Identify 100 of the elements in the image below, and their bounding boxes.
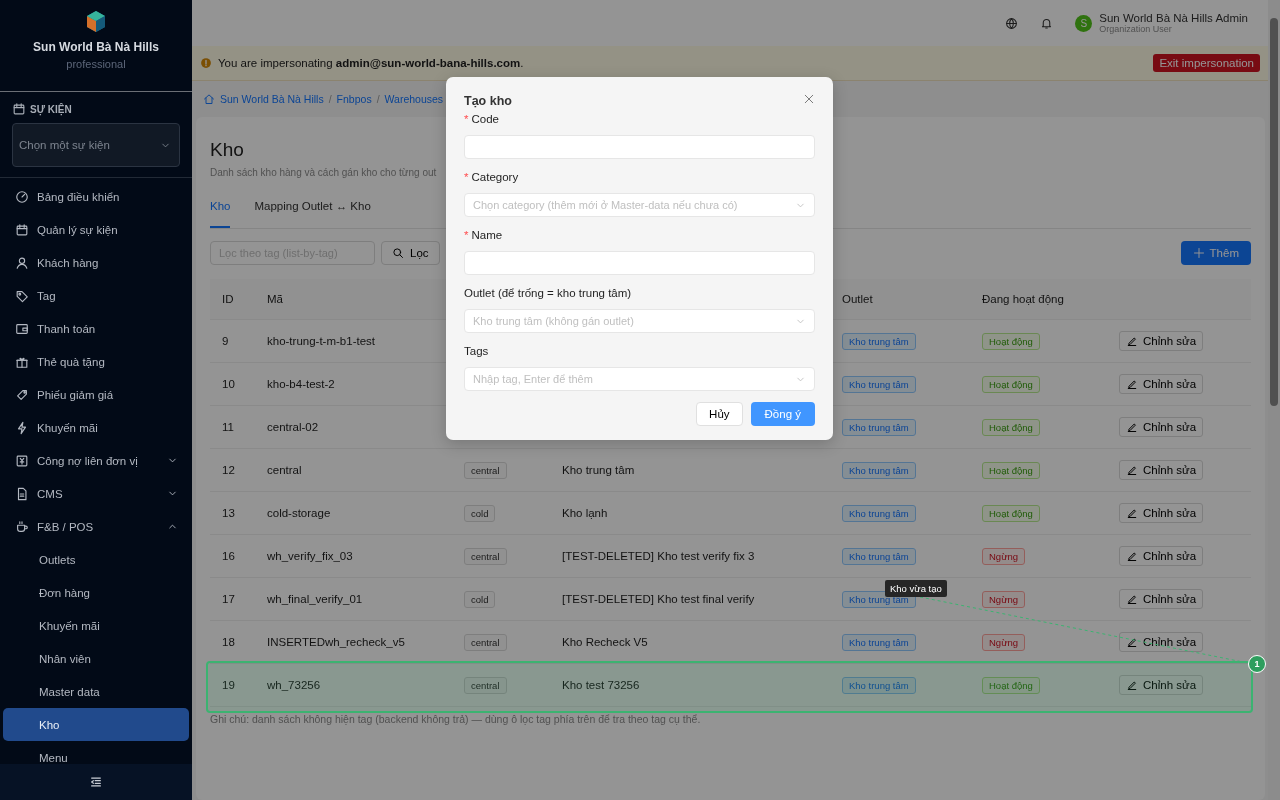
sidebar-subitem[interactable]: Master data xyxy=(3,675,189,708)
category-tag: cold xyxy=(464,504,496,522)
id-cell: 19 xyxy=(222,679,235,691)
edit-button[interactable]: Chỉnh sửa xyxy=(1119,675,1204,695)
code-cell: wh_final_verify_01 xyxy=(267,593,363,605)
tab[interactable]: Mapping Outlet ↔ Kho xyxy=(254,200,371,228)
name-cell: Kho lạnh xyxy=(562,507,608,519)
invoice-icon xyxy=(15,453,29,468)
scrollbar-thumb[interactable] xyxy=(1270,18,1278,406)
sidebar-subitem[interactable]: Khuyến mãi xyxy=(3,609,189,642)
logo-icon xyxy=(85,10,107,34)
category-tag: central xyxy=(464,633,507,651)
user-name: Sun World Bà Nà Hills Admin xyxy=(1099,11,1248,24)
name-cell: [TEST-DELETED] Kho test verify fix 3 xyxy=(562,550,755,562)
gauge-icon xyxy=(15,189,29,204)
sidebar-item[interactable]: Tag xyxy=(0,279,192,312)
edit-icon xyxy=(1126,421,1138,433)
dialog-title: Tạo kho xyxy=(464,93,512,108)
outlet-tag: Kho trung tâm xyxy=(842,547,916,565)
event-select[interactable]: Chọn một sự kiện xyxy=(12,123,180,167)
code-cell: central xyxy=(267,464,302,476)
edit-button[interactable]: Chỉnh sửa xyxy=(1119,503,1204,523)
edit-icon xyxy=(1126,378,1138,390)
status-tag: Hoạt động xyxy=(982,676,1040,694)
sidebar-subitem[interactable]: Menu xyxy=(3,741,189,764)
cancel-button[interactable]: Hủy xyxy=(696,402,743,426)
edit-button[interactable]: Chỉnh sửa xyxy=(1119,331,1204,351)
exit-impersonation-button[interactable]: Exit impersonation xyxy=(1153,54,1260,72)
sidebar-subitem[interactable]: Nhân viên xyxy=(3,642,189,675)
outlet-tag: Kho trung tâm xyxy=(842,504,916,522)
outlet-tag: Kho trung tâm xyxy=(842,418,916,436)
edit-icon xyxy=(1126,464,1138,476)
page-subtitle: Danh sách kho hàng và cách gán kho cho từng out xyxy=(210,167,437,178)
status-tag: Hoạt động xyxy=(982,504,1040,522)
sidebar-item[interactable]: F&B / POS xyxy=(0,510,192,543)
sidebar-subitem[interactable]: Đơn hàng xyxy=(3,576,189,609)
sidebar-item[interactable]: Phiếu giảm giá xyxy=(0,378,192,411)
sidebar-item[interactable]: Công nợ liên đơn vị xyxy=(0,444,192,477)
edit-button[interactable]: Chỉnh sửa xyxy=(1119,460,1204,480)
name-cell: [TEST-DELETED] Kho test final verify xyxy=(562,593,755,605)
required-mark: * xyxy=(464,229,469,241)
sidebar-item[interactable]: Khuyến mãi xyxy=(0,411,192,444)
id-cell: 17 xyxy=(222,593,235,605)
edit-button[interactable]: Chỉnh sửa xyxy=(1119,374,1204,394)
name-cell: Kho trung tâm xyxy=(562,464,635,476)
document-icon xyxy=(15,486,29,501)
required-mark: * xyxy=(464,113,469,125)
category-tag: cold xyxy=(464,590,496,608)
bolt-icon xyxy=(15,420,29,435)
bell-icon xyxy=(1040,16,1054,30)
id-cell: 12 xyxy=(222,464,235,476)
edit-icon xyxy=(1126,593,1138,605)
required-mark: * xyxy=(464,171,469,183)
status-tag: Ngừng xyxy=(982,590,1026,608)
impersonation-message: You are impersonating admin@sun-world-bana-hills.com. xyxy=(218,57,525,69)
plus-icon xyxy=(1192,247,1205,259)
calendar-icon xyxy=(12,102,26,116)
id-cell: 10 xyxy=(222,378,235,390)
sidebar-item[interactable]: Quản lý sự kiện xyxy=(0,213,192,246)
sidebar-subitem[interactable]: Outlets xyxy=(3,543,189,576)
edit-button[interactable]: Chỉnh sửa xyxy=(1119,632,1204,652)
sidebar-item[interactable]: Khách hàng xyxy=(0,246,192,279)
id-cell: 13 xyxy=(222,507,235,519)
collapse-menu-icon xyxy=(89,775,103,789)
plan-label: professional xyxy=(66,58,126,70)
edit-button[interactable]: Chỉnh sửa xyxy=(1119,417,1204,437)
id-cell: 11 xyxy=(222,421,234,433)
code-cell: wh_verify_fix_03 xyxy=(267,550,353,562)
code-cell: wh_73256 xyxy=(267,679,321,691)
globe-icon xyxy=(1005,16,1019,30)
sidebar-item[interactable]: Thẻ quà tặng xyxy=(0,345,192,378)
status-tag: Hoạt động xyxy=(982,375,1040,393)
code-cell: central-02 xyxy=(267,421,319,433)
ticket-icon xyxy=(15,387,29,402)
calendar-icon xyxy=(15,222,29,237)
name-cell: Kho test 73256 xyxy=(562,679,640,691)
id-cell: 18 xyxy=(222,636,235,648)
search-icon xyxy=(392,247,404,259)
category-tag: central xyxy=(464,461,507,479)
warning-icon xyxy=(200,57,212,69)
annotation-label: Kho vừa tạo xyxy=(885,580,947,597)
input-field[interactable] xyxy=(464,251,815,275)
table-note: Ghi chú: danh sách không hiện tag (backend không trả) — dùng ô lọc tag phía trên để tra theo tag cụ thể. xyxy=(210,713,702,725)
filter-button[interactable]: Lọc xyxy=(381,241,440,265)
outlet-tag: Kho trung tâm xyxy=(842,461,916,479)
input-field[interactable] xyxy=(464,135,815,159)
edit-button[interactable]: Chỉnh sửa xyxy=(1119,589,1204,609)
edit-button[interactable]: Chỉnh sửa xyxy=(1119,546,1204,566)
sidebar-item[interactable]: Thanh toán xyxy=(0,312,192,345)
field-label: Outlet (để trống = kho trung tâm) xyxy=(464,287,632,299)
sidebar-subitem[interactable]: Kho xyxy=(3,708,189,741)
breadcrumb-separator: / xyxy=(328,93,332,105)
outlet-tag: Kho trung tâm xyxy=(842,375,916,393)
id-cell: 16 xyxy=(222,550,235,562)
organization-name: Sun World Bà Nà Hills xyxy=(33,40,159,54)
sidebar-item[interactable]: Bảng điều khiển xyxy=(0,180,192,213)
category-tag: central xyxy=(464,676,507,694)
sidebar-item[interactable]: CMS xyxy=(0,477,192,510)
id-cell: 9 xyxy=(222,335,229,347)
user-role: Organization User xyxy=(1099,23,1173,35)
